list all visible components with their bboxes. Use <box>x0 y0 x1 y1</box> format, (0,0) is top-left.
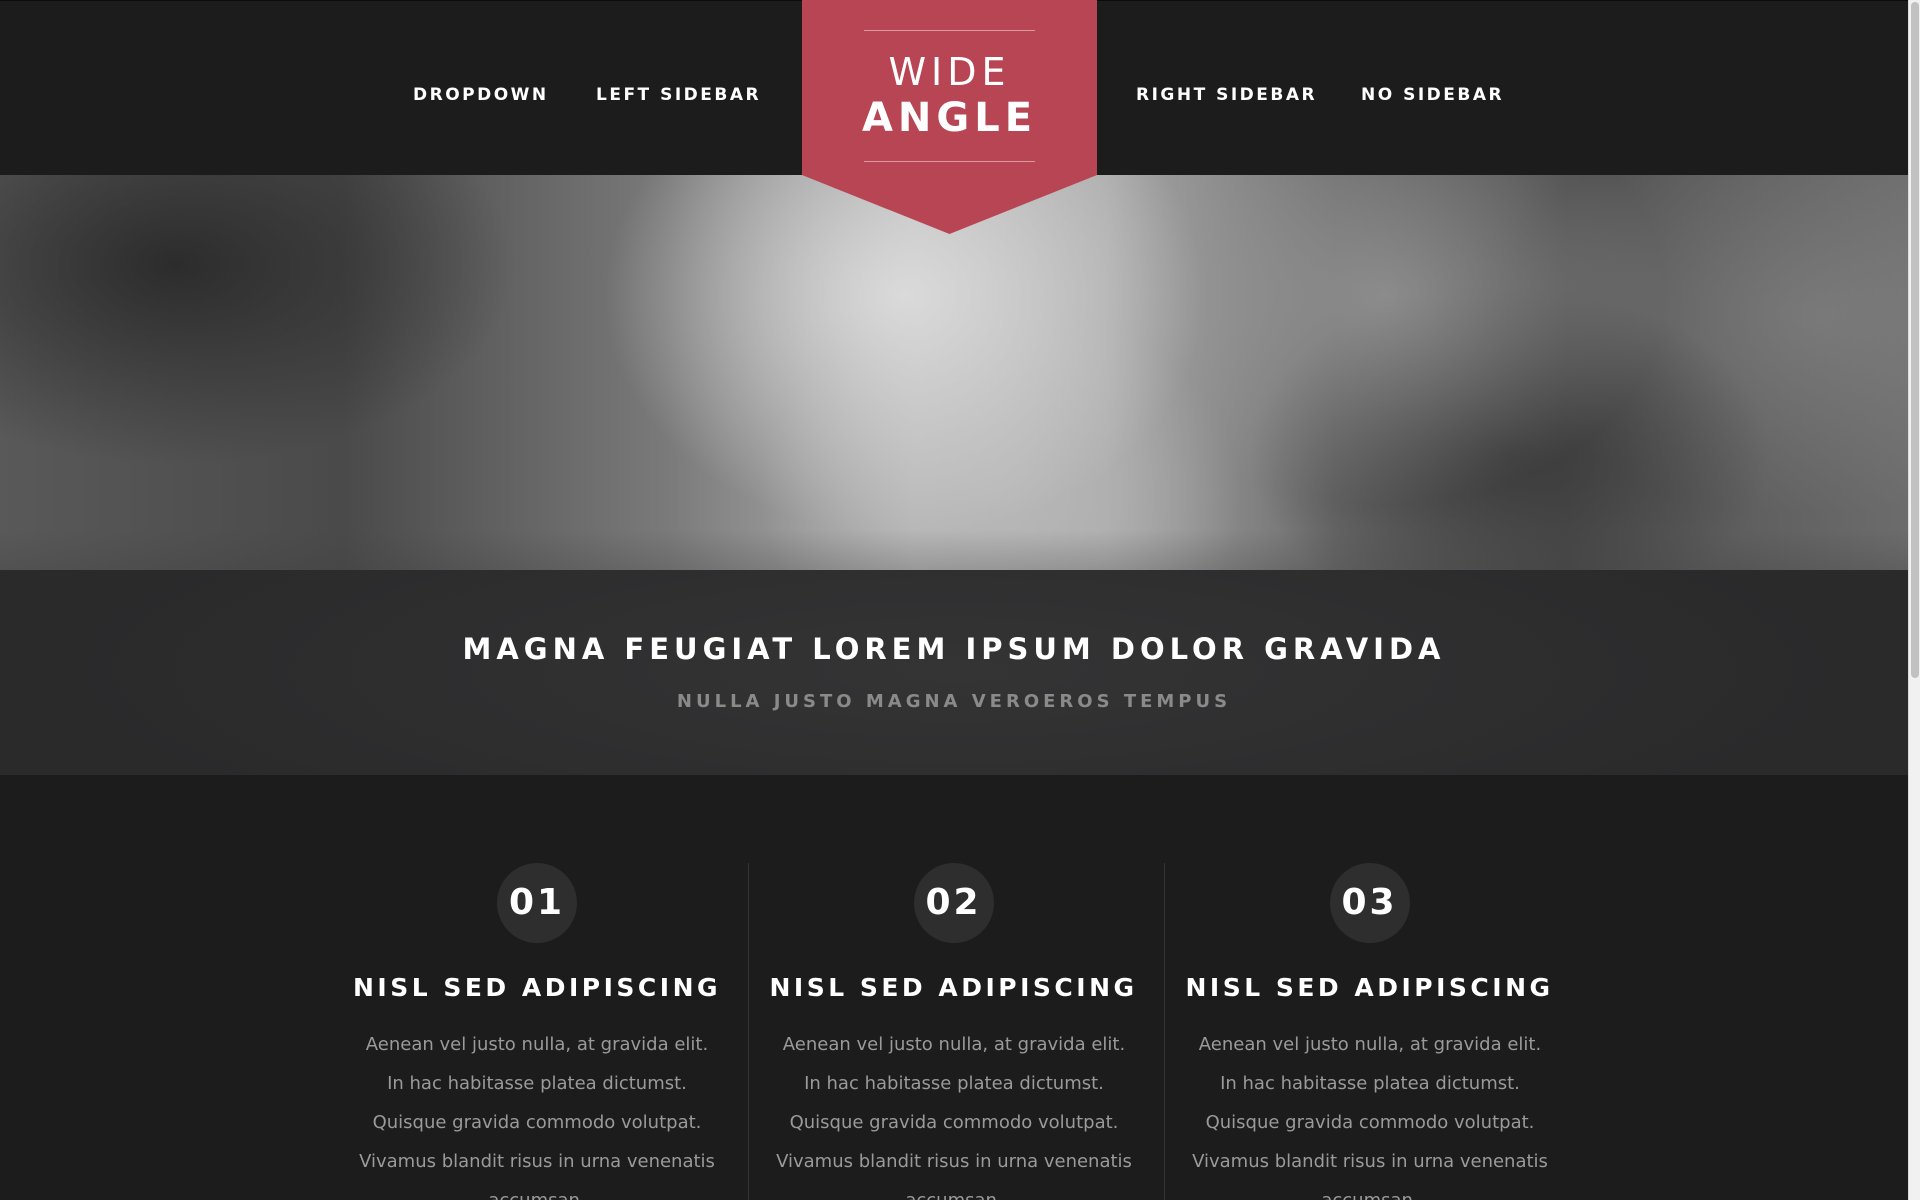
feature-number-badge: 01 <box>497 863 577 943</box>
feature-text: Aenean vel justo nulla, at gravida elit.… <box>359 1034 715 1200</box>
feature-text: Aenean vel justo nulla, at gravida elit.… <box>776 1034 1132 1200</box>
scrollbar-thumb[interactable] <box>1911 2 1919 678</box>
banner-subtitle: NULLA JUSTO MAGNA VEROEROS TEMPUS <box>676 691 1232 712</box>
feature-number-badge: 02 <box>913 863 994 943</box>
banner-title: MAGNA FEUGIAT LOREM IPSUM DOLOR GRAVIDA <box>462 632 1446 666</box>
feature-title: NISL SED ADIPISCING <box>352 973 722 1002</box>
feature-number-badge: 03 <box>1329 863 1410 943</box>
nav-left-sidebar[interactable]: LEFT SIDEBAR <box>596 85 761 105</box>
hero-fade <box>0 530 1908 570</box>
feature-title: NISL SED ADIPISCING <box>1185 973 1554 1002</box>
banner: MAGNA FEUGIAT LOREM IPSUM DOLOR GRAVIDA … <box>0 570 1908 775</box>
features-section: 01 NISL SED ADIPISCING Aenean vel justo … <box>0 775 1908 1200</box>
page-scrollbar[interactable] <box>1908 0 1920 1200</box>
site-logo[interactable]: WIDE ANGLE <box>802 0 1097 234</box>
logo-rule-bottom <box>864 161 1035 162</box>
feature-item: 01 NISL SED ADIPISCING Aenean vel justo … <box>332 863 742 1200</box>
feature-title: NISL SED ADIPISCING <box>769 973 1138 1002</box>
nav-dropdown[interactable]: DROPDOWN <box>413 85 549 105</box>
nav-right-sidebar[interactable]: RIGHT SIDEBAR <box>1136 85 1317 105</box>
feature-item: 03 NISL SED ADIPISCING Aenean vel justo … <box>1164 863 1574 1200</box>
nav-no-sidebar[interactable]: NO SIDEBAR <box>1361 85 1504 105</box>
logo-text-top: WIDE <box>888 50 1011 94</box>
feature-item: 02 NISL SED ADIPISCING Aenean vel justo … <box>748 863 1158 1200</box>
hero-image <box>0 175 1908 570</box>
logo-rule-top <box>864 30 1035 31</box>
logo-text-bottom: ANGLE <box>861 95 1038 141</box>
feature-text: Aenean vel justo nulla, at gravida elit.… <box>1192 1034 1548 1200</box>
